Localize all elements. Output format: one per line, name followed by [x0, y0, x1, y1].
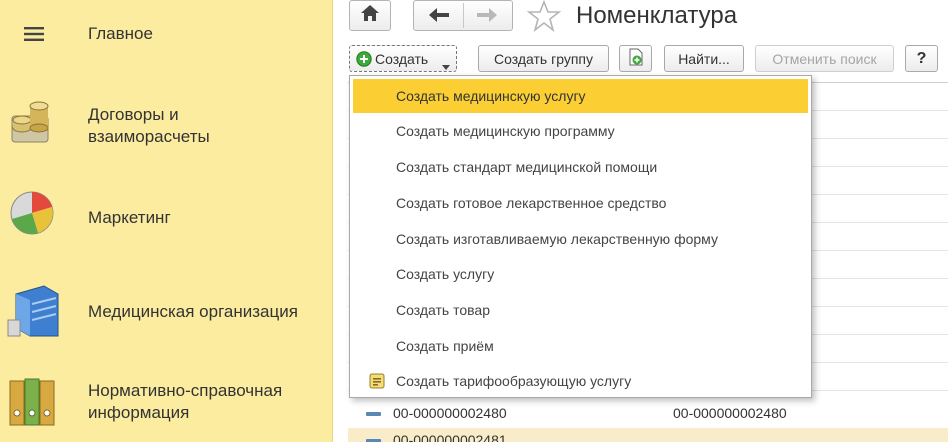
menu-item-create-care-standard[interactable]: Создать стандарт медицинской помощи — [353, 150, 808, 184]
sidebar-item-label: Медицинская организация — [88, 302, 298, 321]
star-icon[interactable] — [526, 0, 562, 37]
sidebar-item-marketing[interactable]: Маркетинг — [0, 184, 333, 244]
menu-item-create-medical-service[interactable]: Создать медицинскую услугу — [353, 79, 808, 113]
menu-item-label: Создать медицинскую программу — [396, 123, 615, 139]
pie-chart-icon — [8, 186, 58, 241]
tariff-icon — [369, 373, 385, 392]
sidebar-item-label: Договоры и взаиморасчеты — [88, 105, 210, 146]
menu-item-create-compounded-drug[interactable]: Создать изготавливаемую лекарственную фо… — [353, 222, 808, 256]
hamburger-menu-icon — [24, 26, 44, 47]
add-document-icon — [628, 48, 644, 69]
sidebar-item-main[interactable]: Главное — [0, 14, 333, 54]
sidebar-item-label: Главное — [88, 24, 153, 43]
menu-item-create-ready-drug[interactable]: Создать готовое лекарственное средство — [353, 186, 808, 220]
arrow-right-icon[interactable] — [476, 7, 498, 28]
binders-icon — [8, 375, 60, 432]
sidebar-item-label: Маркетинг — [88, 208, 171, 227]
table-row[interactable]: 00-000000002480 00-000000002480 — [348, 401, 948, 427]
sidebar-item-contracts[interactable]: Договоры и взаиморасчеты — [0, 94, 333, 154]
item-code: 00-000000002481 — [393, 432, 507, 442]
table-row[interactable]: 00-000000002481 — [348, 428, 948, 442]
menu-item-create-appointment[interactable]: Создать приём — [353, 329, 808, 363]
nav-divider — [463, 3, 464, 28]
find-button[interactable]: Найти... — [664, 45, 744, 72]
menu-item-label: Создать приём — [396, 338, 494, 354]
create-group-button[interactable]: Создать группу — [478, 45, 609, 72]
item-marker-icon — [366, 412, 381, 416]
chevron-down-icon — [442, 57, 450, 73]
create-button[interactable]: Создать — [349, 45, 457, 72]
add-circle-icon — [356, 51, 372, 70]
item-code-secondary: 00-000000002480 — [673, 405, 787, 421]
cancel-search-button[interactable]: Отменить поиск — [755, 45, 894, 72]
menu-item-create-service[interactable]: Создать услугу — [353, 257, 808, 291]
menu-item-create-medical-program[interactable]: Создать медицинскую программу — [353, 114, 808, 148]
menu-item-create-product[interactable]: Создать товар — [353, 293, 808, 327]
home-icon — [360, 4, 380, 27]
menu-item-label: Создать тарифообразующую услугу — [396, 373, 632, 389]
page-title: Номенклатура — [576, 2, 738, 29]
sidebar: Главное Договоры и взаиморасчеты Маркети… — [0, 0, 333, 442]
create-button-label: Создать — [375, 51, 429, 67]
sidebar-item-label: Нормативно-справочная информация — [88, 381, 283, 422]
menu-item-label: Создать готовое лекарственное средство — [396, 195, 667, 211]
help-button[interactable]: ? — [905, 45, 938, 72]
menu-item-label: Создать товар — [396, 302, 490, 318]
create-dropdown-menu: Создать медицинскую услугу Создать медиц… — [349, 75, 812, 398]
menu-item-label: Создать медицинскую услугу — [396, 88, 586, 104]
history-nav — [413, 0, 513, 31]
building-icon — [6, 282, 62, 343]
copy-button[interactable] — [619, 45, 652, 72]
menu-item-label: Создать услугу — [396, 266, 495, 282]
menu-item-label: Создать изготавливаемую лекарственную фо… — [396, 231, 718, 247]
arrow-left-icon[interactable] — [428, 7, 450, 28]
home-button[interactable] — [349, 0, 391, 31]
item-code: 00-000000002480 — [393, 405, 507, 421]
sidebar-item-reference[interactable]: Нормативно-справочная информация — [0, 370, 333, 442]
sidebar-item-medical-org[interactable]: Медицинская организация — [0, 280, 333, 340]
coins-stack-icon — [8, 98, 56, 149]
menu-item-label: Создать стандарт медицинской помощи — [396, 159, 658, 175]
menu-item-create-tariff-service[interactable]: Создать тарифообразующую услугу — [353, 364, 808, 398]
